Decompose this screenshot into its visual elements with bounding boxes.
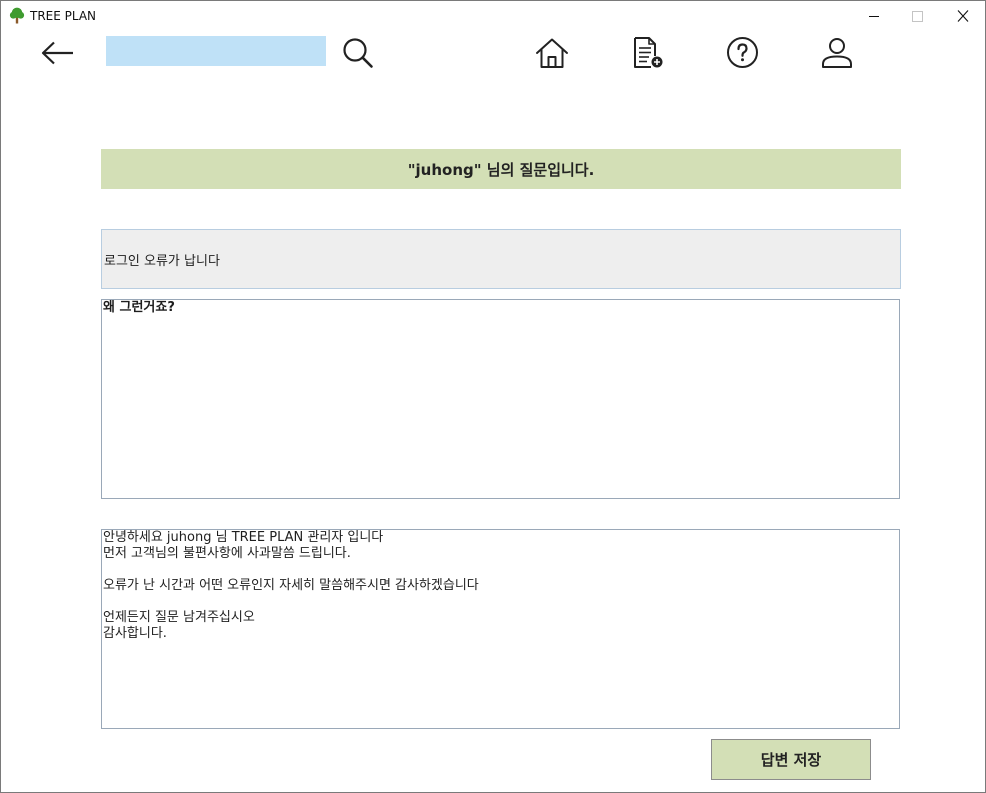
save-answer-button[interactable]: 답변 저장 bbox=[711, 739, 871, 780]
minimize-icon bbox=[869, 16, 879, 17]
maximize-button[interactable] bbox=[906, 6, 928, 26]
new-document-button[interactable] bbox=[631, 36, 664, 69]
question-title-field: 로그인 오류가 납니다 bbox=[101, 229, 901, 289]
window-title: TREE PLAN bbox=[30, 9, 97, 23]
help-icon bbox=[726, 37, 758, 68]
search-input[interactable] bbox=[106, 36, 326, 66]
user-icon bbox=[822, 37, 852, 68]
back-arrow-icon bbox=[41, 41, 73, 65]
user-button[interactable] bbox=[820, 36, 854, 69]
question-body-textarea[interactable]: 왜 그런거죠? bbox=[101, 299, 900, 499]
tree-icon bbox=[9, 7, 25, 24]
maximize-icon bbox=[912, 11, 923, 22]
document-add-icon bbox=[633, 37, 662, 68]
back-button[interactable] bbox=[39, 38, 75, 68]
home-icon bbox=[536, 38, 568, 68]
help-button[interactable] bbox=[725, 36, 759, 69]
page-title: "juhong" 님의 질문입니다. bbox=[101, 149, 901, 189]
minimize-button[interactable] bbox=[863, 6, 885, 26]
app-window: TREE PLAN "juhong" 님의 질문입니다. 로그인 오류가 납니다… bbox=[0, 0, 986, 793]
close-icon bbox=[957, 10, 969, 22]
home-button[interactable] bbox=[535, 36, 569, 69]
search-icon bbox=[343, 38, 373, 68]
close-button[interactable] bbox=[952, 6, 974, 26]
question-title-text: 로그인 오류가 납니다 bbox=[104, 253, 220, 269]
search-button[interactable] bbox=[341, 36, 374, 69]
answer-textarea[interactable]: 안녕하세요 juhong 님 TREE PLAN 관리자 입니다 먼저 고객님의… bbox=[101, 529, 900, 729]
